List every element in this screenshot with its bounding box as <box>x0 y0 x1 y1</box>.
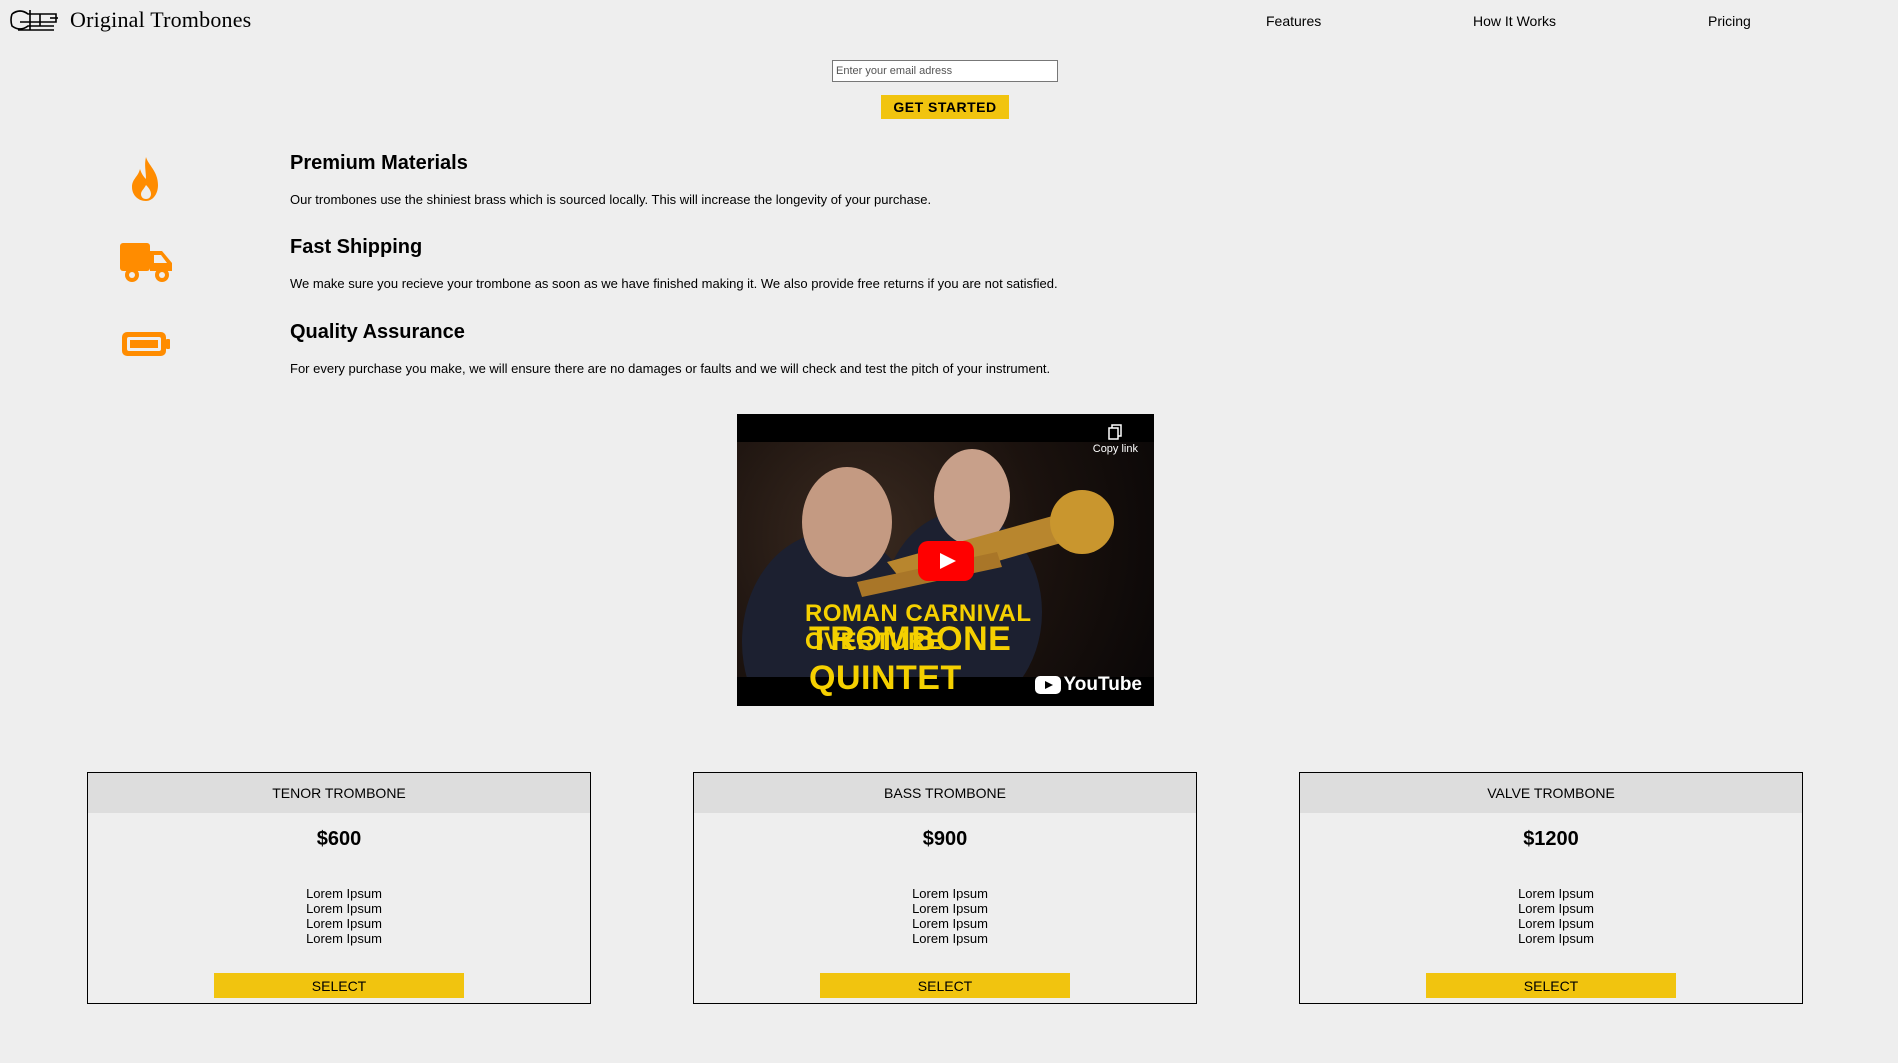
plan-price: $600 <box>316 828 362 850</box>
feature-quality-assurance: Quality Assurance For every purchase you… <box>0 319 1200 399</box>
signup-form: GET STARTED <box>830 60 1060 119</box>
copy-link-button[interactable]: Copy link <box>1093 424 1138 455</box>
feature-title: Premium Materials <box>290 152 468 174</box>
pricing-card-bass: BASS TROMBONE $900 Lorem Ipsum Lorem Ips… <box>693 772 1197 1004</box>
select-button[interactable]: SELECT <box>214 973 464 998</box>
select-button[interactable]: SELECT <box>1426 973 1676 998</box>
plan-features: Lorem Ipsum Lorem Ipsum Lorem Ipsum Lore… <box>694 886 1196 946</box>
nav-link-how-it-works[interactable]: How It Works <box>1473 13 1556 29</box>
site-header: Original Trombones Features How It Works… <box>0 0 1898 44</box>
list-item: Lorem Ipsum <box>1518 886 1594 901</box>
fire-icon <box>132 157 158 201</box>
feature-description: For every purchase you make, we will ens… <box>290 361 1051 376</box>
list-item: Lorem Ipsum <box>306 931 382 946</box>
list-item: Lorem Ipsum <box>912 886 988 901</box>
get-started-button[interactable]: GET STARTED <box>881 95 1009 119</box>
plan-price: $900 <box>922 828 968 850</box>
plan-name: VALVE TROMBONE <box>1300 773 1802 813</box>
youtube-label: YouTube <box>1063 674 1142 695</box>
list-item: Lorem Ipsum <box>1518 901 1594 916</box>
pricing-card-valve: VALVE TROMBONE $1200 Lorem Ipsum Lorem I… <box>1299 772 1803 1004</box>
play-button[interactable] <box>918 541 974 581</box>
copy-link-label: Copy link <box>1092 443 1138 455</box>
feature-premium-materials: Premium Materials Our trombones use the … <box>0 150 1200 230</box>
video-embed[interactable]: ROMAN CARNIVAL OVERTURE TROMBONE QUINTET… <box>737 414 1154 706</box>
brand-logo[interactable]: Original Trombones <box>10 4 251 36</box>
feature-description: Our trombones use the shiniest brass whi… <box>290 192 932 207</box>
plan-name: TENOR TROMBONE <box>88 773 590 813</box>
youtube-icon <box>1034 676 1061 694</box>
list-item: Lorem Ipsum <box>1518 931 1594 946</box>
list-item: Lorem Ipsum <box>912 916 988 931</box>
plan-features: Lorem Ipsum Lorem Ipsum Lorem Ipsum Lore… <box>88 886 590 946</box>
plan-price: $1200 <box>1523 828 1579 850</box>
feature-description: We make sure you recieve your trombone a… <box>290 276 1058 291</box>
pricing-card-tenor: TENOR TROMBONE $600 Lorem Ipsum Lorem Ip… <box>87 772 591 1004</box>
brand-name: Original Trombones <box>70 7 252 32</box>
feature-title: Quality Assurance <box>290 321 465 343</box>
copy-icon <box>1108 424 1123 440</box>
trombone-icon <box>10 10 58 31</box>
select-button[interactable]: SELECT <box>820 973 1070 998</box>
battery-icon <box>122 332 170 356</box>
list-item: Lorem Ipsum <box>306 886 382 901</box>
feature-fast-shipping: Fast Shipping We make sure you recieve y… <box>0 234 1200 314</box>
plan-name: BASS TROMBONE <box>694 773 1196 813</box>
list-item: Lorem Ipsum <box>306 916 382 931</box>
list-item: Lorem Ipsum <box>306 901 382 916</box>
email-input[interactable] <box>832 60 1058 82</box>
nav-link-pricing[interactable]: Pricing <box>1708 13 1751 29</box>
plan-features: Lorem Ipsum Lorem Ipsum Lorem Ipsum Lore… <box>1300 886 1802 946</box>
truck-icon <box>120 243 172 282</box>
youtube-logo[interactable]: YouTube <box>1034 674 1142 696</box>
list-item: Lorem Ipsum <box>1518 916 1594 931</box>
feature-title: Fast Shipping <box>290 236 423 258</box>
list-item: Lorem Ipsum <box>912 901 988 916</box>
nav-link-features[interactable]: Features <box>1266 13 1321 29</box>
list-item: Lorem Ipsum <box>912 931 988 946</box>
